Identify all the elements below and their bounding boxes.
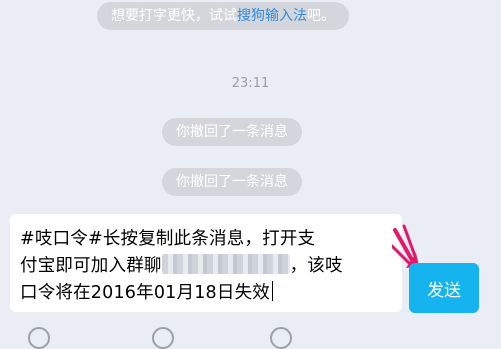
- sogou-input-link[interactable]: 搜狗输入法: [237, 8, 307, 24]
- recall-notice: 你撤回了一条消息: [162, 118, 302, 146]
- input-line-2: 付宝即可加入群聊 ，该吱: [20, 253, 392, 280]
- recall-notice: 你撤回了一条消息: [162, 168, 302, 196]
- emoji-icon[interactable]: [152, 327, 174, 349]
- message-timestamp: 23:11: [231, 76, 270, 91]
- tip-suffix: 吧。: [307, 8, 335, 24]
- send-button[interactable]: 发送: [409, 263, 479, 313]
- text-cursor: [271, 281, 273, 301]
- input-method-tip: 想要打字更快，试试搜狗输入法吧。: [97, 2, 349, 30]
- input-line-3: 口令将在2016年01月18日失效: [20, 280, 392, 307]
- input-line-3-text: 口令将在2016年01月18日失效: [20, 283, 270, 303]
- input-line-2-end: ，该吱: [289, 256, 343, 276]
- plus-icon[interactable]: [270, 327, 292, 349]
- redacted-group-name: [161, 254, 290, 274]
- input-line-2-start: 付宝即可加入群聊: [20, 256, 162, 276]
- input-line-1: #吱口令#长按复制此条消息，打开支: [20, 229, 316, 249]
- voice-icon[interactable]: [28, 327, 50, 349]
- tip-prefix: 想要打字更快，试试: [111, 8, 237, 24]
- message-input[interactable]: #吱口令#长按复制此条消息，打开支 付宝即可加入群聊 ，该吱 口令将在2016年0…: [10, 214, 402, 312]
